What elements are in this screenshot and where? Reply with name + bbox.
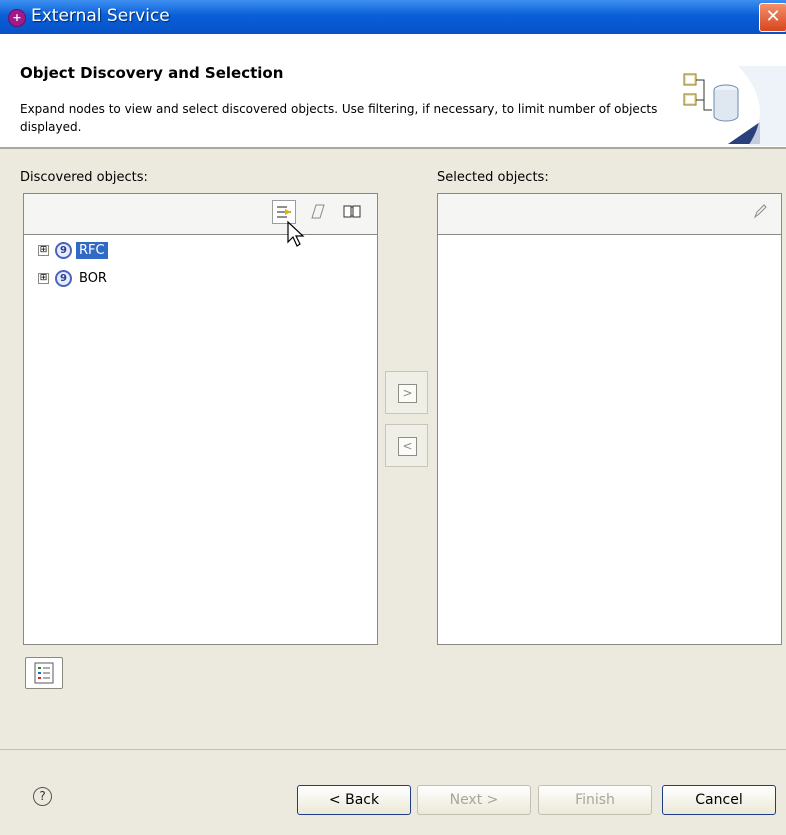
content-area: Discovered objects: Selected objects: ⊞ … xyxy=(0,149,786,749)
discovered-toolbar xyxy=(24,194,377,235)
add-arrow: > xyxy=(398,384,417,403)
title-bar: + External Service ✕ xyxy=(0,0,786,34)
add-to-selected-button[interactable]: > xyxy=(385,371,428,414)
finish-button[interactable]: Finish xyxy=(538,785,652,815)
button-bar: ? < Back Next > Finish Cancel xyxy=(0,750,786,835)
wizard-banner-icon xyxy=(683,66,786,146)
selected-objects-label: Selected objects: xyxy=(437,170,549,185)
page-description: Expand nodes to view and select discover… xyxy=(20,102,658,134)
tree-item-bor[interactable]: ⊞ 9 BOR xyxy=(38,267,110,289)
edit-icon[interactable] xyxy=(748,200,772,224)
next-button[interactable]: Next > xyxy=(417,785,531,815)
properties-icon xyxy=(34,662,54,684)
cursor-icon xyxy=(287,220,305,247)
expand-icon[interactable]: ⊞ xyxy=(38,272,49,284)
book-icon[interactable] xyxy=(340,200,364,224)
discovered-objects-tree[interactable]: ⊞ 9 RFC ⊞ 9 BOR xyxy=(23,193,378,645)
help-icon[interactable]: ? xyxy=(33,787,52,806)
cancel-button[interactable]: Cancel xyxy=(662,785,776,815)
properties-button[interactable] xyxy=(25,657,63,689)
window-title: External Service xyxy=(31,6,170,26)
tree-item-label[interactable]: RFC xyxy=(76,241,108,259)
rfc-icon: 9 xyxy=(55,241,72,259)
close-button[interactable]: ✕ xyxy=(759,3,786,32)
page-title: Object Discovery and Selection xyxy=(20,64,284,82)
expand-icon[interactable]: ⊞ xyxy=(38,244,49,256)
app-icon: + xyxy=(8,9,26,27)
bor-icon: 9 xyxy=(55,269,72,287)
back-button[interactable]: < Back xyxy=(297,785,411,815)
tree-item-label[interactable]: BOR xyxy=(76,270,110,287)
discovered-objects-label: Discovered objects: xyxy=(20,170,148,185)
selected-objects-list[interactable] xyxy=(437,193,782,645)
remove-from-selected-button[interactable]: < xyxy=(385,424,428,467)
remove-arrow: < xyxy=(398,437,417,456)
tree-item-rfc[interactable]: ⊞ 9 RFC xyxy=(38,239,108,261)
edit-query-icon[interactable] xyxy=(306,200,330,224)
selected-toolbar xyxy=(438,194,781,235)
